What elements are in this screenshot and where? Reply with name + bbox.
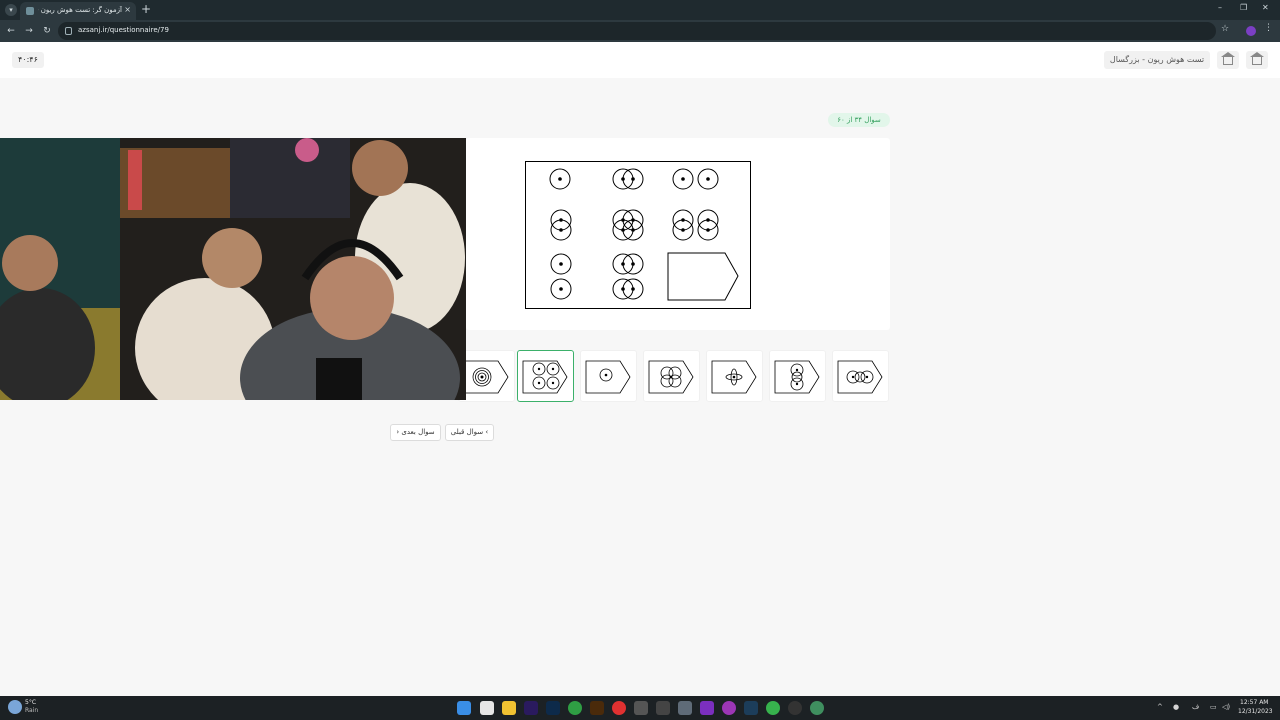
chevron-right-icon: › [483, 428, 489, 436]
clock-time[interactable]: 12:57 AM [1240, 699, 1268, 706]
rider-icon[interactable] [700, 701, 714, 715]
reload-icon[interactable]: ↻ [40, 24, 54, 38]
browser-menu-icon[interactable]: ⋮ [1264, 23, 1273, 33]
app-icon[interactable] [656, 701, 670, 715]
answer-option[interactable] [458, 350, 515, 402]
weather-icon[interactable] [8, 700, 22, 714]
countdown-timer: ۴۰:۴۶ [12, 52, 44, 68]
minimize-button[interactable]: – [1218, 3, 1222, 12]
page-header: ۴۰:۴۶ تست هوش ریون - بزرگسال [0, 42, 1280, 78]
question-progress-badge: سوال ۳۴ از ۶۰ [828, 113, 890, 127]
settings-icon[interactable] [634, 701, 648, 715]
next-question-label: سوال بعدی [401, 428, 435, 436]
previous-question-button[interactable]: › سوال قبلی [445, 424, 494, 441]
next-question-button[interactable]: سوال بعدی ‹ [390, 424, 441, 441]
answer-option[interactable] [643, 350, 700, 402]
clock-date[interactable]: 12/31/2023 [1238, 708, 1273, 715]
file-explorer-icon[interactable] [502, 701, 516, 715]
weather-description: Rain [25, 707, 39, 714]
browser-tab[interactable]: آزمون گر: تست هوش ریون - بزرگسال × [20, 2, 136, 20]
profile-avatar[interactable] [1246, 26, 1256, 36]
answer-options [458, 350, 890, 402]
previous-question-label: سوال قبلی [450, 428, 484, 436]
window-close-button[interactable]: ✕ [1262, 3, 1269, 12]
tray-chevron-up-icon[interactable]: ^ [1157, 703, 1163, 711]
new-tab-button[interactable]: + [141, 2, 151, 16]
back-arrow-icon[interactable]: ← [4, 24, 18, 38]
volume-icon[interactable]: ◁) [1222, 703, 1230, 711]
tab-close-button[interactable]: × [124, 5, 131, 14]
photoshop-icon[interactable] [546, 701, 560, 715]
steam-icon[interactable] [744, 701, 758, 715]
file-icon[interactable] [480, 701, 494, 715]
windows-taskbar: 5°C Rain ^ ● ف ▭ ◁) 12:57 AM 12/31/2023 [0, 696, 1280, 720]
answer-option[interactable] [832, 350, 889, 402]
browser-toolbar: ← → ↻ azsanj.ir/questionnaire/79 ☆ ⋮ [0, 20, 1280, 42]
missing-cell-placeholder [667, 252, 739, 301]
address-bar[interactable]: azsanj.ir/questionnaire/79 [58, 22, 1216, 40]
tab-search-button[interactable]: ▾ [5, 4, 17, 16]
webcam-video-frame [0, 138, 466, 400]
bookmark-star-icon[interactable]: ☆ [1221, 24, 1229, 34]
weather-temperature: 5°C [25, 699, 37, 706]
chevron-left-icon: ‹ [396, 428, 400, 436]
tab-title: آزمون گر: تست هوش ریون - بزرگسال [38, 6, 122, 14]
question-card [466, 138, 890, 330]
webcam-overlay [0, 138, 466, 400]
app-icon[interactable] [612, 701, 626, 715]
gear-icon[interactable] [678, 701, 692, 715]
premiere-icon[interactable] [524, 701, 538, 715]
raven-matrix-figure [525, 161, 751, 309]
answer-option-selected[interactable] [517, 350, 574, 402]
chrome-active-icon[interactable] [810, 701, 824, 715]
site-favicon-icon [26, 7, 34, 15]
chrome-icon[interactable] [766, 701, 780, 715]
microphone-icon[interactable]: ● [1173, 703, 1179, 711]
dashboard-button[interactable] [1246, 51, 1268, 69]
answer-option[interactable] [580, 350, 637, 402]
obs-icon[interactable] [788, 701, 802, 715]
browser-tabstrip: ▾ آزمون گر: تست هوش ریون - بزرگسال × + –… [0, 0, 1280, 20]
illustrator-icon[interactable] [590, 701, 604, 715]
language-icon[interactable]: ف [1192, 703, 1199, 711]
answer-option[interactable] [706, 350, 763, 402]
home-button[interactable] [1217, 51, 1239, 69]
app-icon[interactable] [722, 701, 736, 715]
site-info-icon[interactable] [65, 27, 72, 35]
url-text: azsanj.ir/questionnaire/79 [78, 26, 169, 34]
answer-option[interactable] [769, 350, 826, 402]
start-menu-icon[interactable] [457, 701, 471, 715]
forward-arrow-icon[interactable]: → [22, 24, 36, 38]
test-title-badge: تست هوش ریون - بزرگسال [1104, 51, 1210, 69]
network-icon[interactable]: ▭ [1210, 703, 1217, 711]
restore-button[interactable]: ❐ [1240, 3, 1247, 12]
chrome-icon[interactable] [568, 701, 582, 715]
